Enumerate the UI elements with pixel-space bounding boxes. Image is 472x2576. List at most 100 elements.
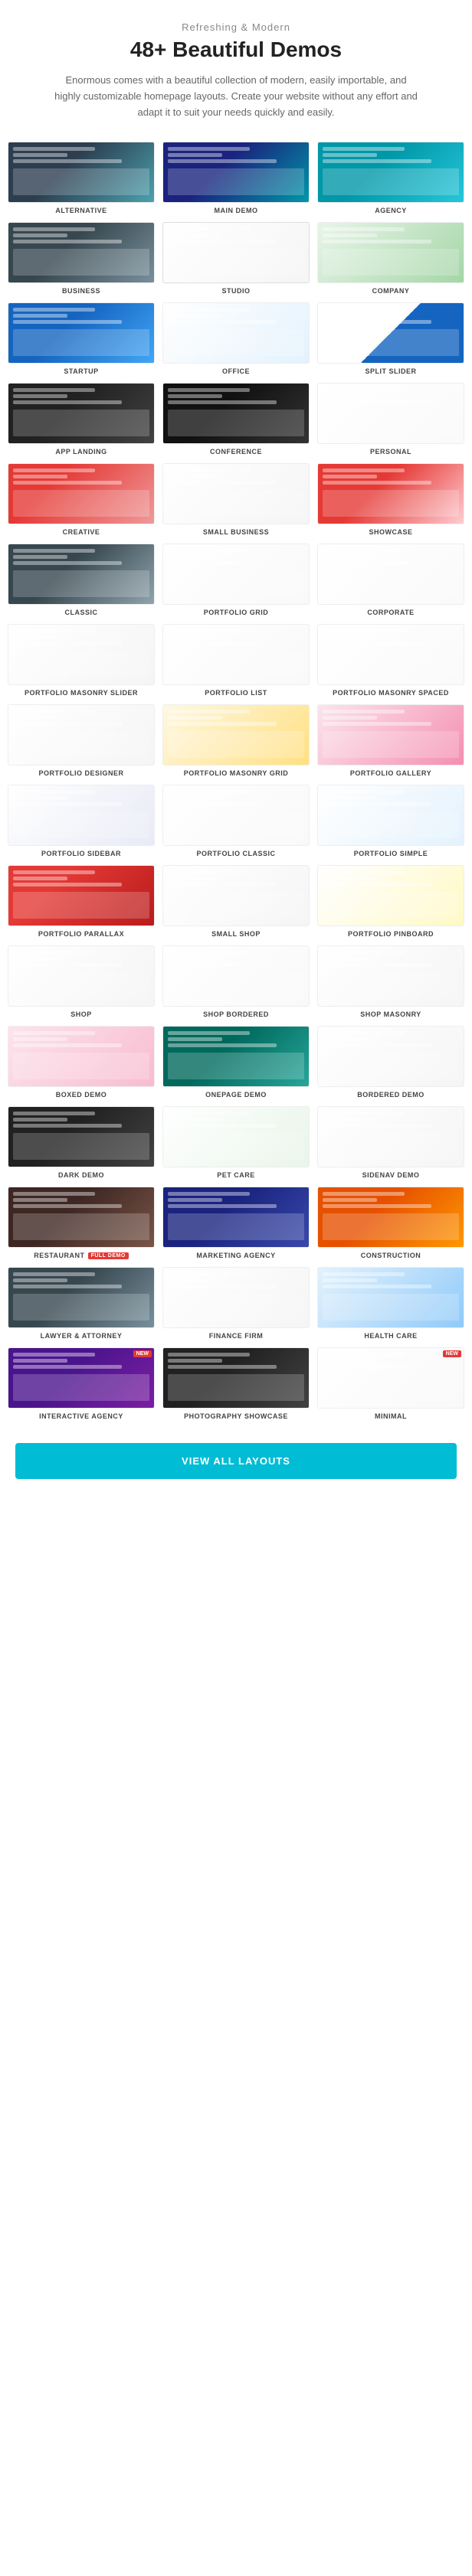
demo-label-portfolio-masonry-spaced: PORTFOLIO MASONRY SPACED [333,689,449,697]
demo-item-split-slider[interactable]: SPLIT SLIDER [317,302,464,375]
demo-thumb-sidenav-demo [317,1106,464,1167]
demo-thumb-health-care [317,1267,464,1328]
demo-thumb-interactive-agency: NEW [8,1347,155,1409]
demo-item-business[interactable]: BUSINESS [8,222,155,295]
demo-label-classic: CLASSIC [64,609,97,616]
demo-item-showcase[interactable]: SHOWCASE [317,463,464,536]
demo-item-portfolio-grid[interactable]: PORTFOLIO GRID [162,544,310,616]
demo-thumb-shop-bordered [162,945,310,1007]
demo-label-minimal: MINIMAL [375,1412,407,1420]
demo-item-main-demo[interactable]: MAIN DEMO [162,142,310,214]
demo-item-personal[interactable]: PERSONAL [317,383,464,455]
demo-label-office: OFFICE [222,367,250,375]
demo-thumb-classic [8,544,155,605]
demo-thumb-app-landing [8,383,155,444]
header-subtitle: Refreshing & Modern [15,21,457,33]
header-section: Refreshing & Modern 48+ Beautiful Demos … [0,0,472,134]
demo-label-portfolio-simple: PORTFOLIO SIMPLE [354,850,428,857]
demo-thumb-portfolio-classic [162,785,310,846]
demo-item-conference[interactable]: CONFERENCE [162,383,310,455]
demo-thumb-minimal: NEW [317,1347,464,1409]
demo-item-lawyer-attorney[interactable]: LAWYER & ATTORNEY [8,1267,155,1340]
demo-item-portfolio-designer[interactable]: PORTFOLIO DESIGNER [8,704,155,777]
demo-label-split-slider: SPLIT SLIDER [365,367,416,375]
demo-item-portfolio-classic[interactable]: PORTFOLIO CLASSIC [162,785,310,857]
demo-item-portfolio-pinboard[interactable]: PORTFOLIO PINBOARD [317,865,464,938]
demo-item-shop-bordered[interactable]: SHOP BORDERED [162,945,310,1018]
demo-item-alternative[interactable]: ALTERNATIVE [8,142,155,214]
demo-item-small-business[interactable]: SMALL BUSINESS [162,463,310,536]
view-all-button[interactable]: VIEW ALL LAYOUTS [15,1443,457,1479]
demo-label-portfolio-classic: PORTFOLIO CLASSIC [197,850,276,857]
demo-thumb-alternative [8,142,155,203]
demo-item-portfolio-parallax[interactable]: PORTFOLIO PARALLAX [8,865,155,938]
demo-item-app-landing[interactable]: APP LANDING [8,383,155,455]
demo-label-pet-care: PET CARE [217,1171,255,1179]
demo-thumb-company [317,222,464,283]
demo-item-restaurant[interactable]: RESTAURANTFull Demo [8,1187,155,1259]
demo-thumb-dark-demo [8,1106,155,1167]
demo-item-portfolio-gallery[interactable]: PORTFOLIO GALLERY [317,704,464,777]
demo-item-portfolio-simple[interactable]: PORTFOLIO SIMPLE [317,785,464,857]
demo-item-onepage-demo[interactable]: ONEPAGE DEMO [162,1026,310,1099]
demo-label-portfolio-masonry-grid: PORTFOLIO MASONRY GRID [184,769,289,777]
demo-item-portfolio-masonry-slider[interactable]: PORTFOLIO MASONRY SLIDER [8,624,155,697]
demo-thumb-portfolio-masonry-slider [8,624,155,685]
demo-label-small-business: SMALL BUSINESS [203,528,269,536]
demo-label-studio: STUDIO [221,287,250,295]
demo-label-health-care: HEALTH CARE [364,1332,417,1340]
demo-item-office[interactable]: OFFICE [162,302,310,375]
demo-item-photography-showcase[interactable]: PHOTOGRAPHY SHOWCASE [162,1347,310,1420]
demo-item-pet-care[interactable]: PET CARE [162,1106,310,1179]
demo-thumb-shop [8,945,155,1007]
demo-thumb-agency [317,142,464,203]
demo-item-finance-firm[interactable]: FINANCE FIRM [162,1267,310,1340]
demo-label-portfolio-grid: PORTFOLIO GRID [204,609,269,616]
demo-thumb-main-demo [162,142,310,203]
demo-thumb-finance-firm [162,1267,310,1328]
demo-thumb-small-shop [162,865,310,926]
demo-thumb-office [162,302,310,364]
demo-item-marketing-agency[interactable]: MARKETING AGENCY [162,1187,310,1259]
demo-item-dark-demo[interactable]: DARK DEMO [8,1106,155,1179]
demo-label-startup: STARTUP [64,367,98,375]
demo-item-creative[interactable]: CREATIVE [8,463,155,536]
demo-item-sidenav-demo[interactable]: SIDENAV DEMO [317,1106,464,1179]
demo-item-shop-masonry[interactable]: SHOP MASONRY [317,945,464,1018]
demo-item-startup[interactable]: STARTUP [8,302,155,375]
demo-label-small-shop: SMALL SHOP [211,930,261,938]
full-demo-badge: Full Demo [88,1252,129,1259]
demo-item-portfolio-masonry-spaced[interactable]: PORTFOLIO MASONRY SPACED [317,624,464,697]
demo-item-bordered-demo[interactable]: BORDERED DEMO [317,1026,464,1099]
demo-item-corporate[interactable]: CORPORATE [317,544,464,616]
demos-grid: ALTERNATIVE MAIN DEMO AGENCY BUSINESS STUDIO… [0,134,472,1435]
demo-item-interactive-agency[interactable]: NEWINTERACTIVE AGENCY [8,1347,155,1420]
demo-label-business: BUSINESS [62,287,100,295]
demo-label-construction: CONSTRUCTION [361,1252,421,1259]
demo-item-portfolio-sidebar[interactable]: PORTFOLIO SIDEBAR [8,785,155,857]
demo-label-restaurant: RESTAURANTFull Demo [34,1252,129,1259]
demo-item-health-care[interactable]: HEALTH CARE [317,1267,464,1340]
demo-label-main-demo: MAIN DEMO [215,207,258,214]
demo-thumb-small-business [162,463,310,524]
demo-item-portfolio-masonry-grid[interactable]: PORTFOLIO MASONRY GRID [162,704,310,777]
demo-item-boxed-demo[interactable]: BOXED DEMO [8,1026,155,1099]
demo-item-studio[interactable]: STUDIO [162,222,310,295]
demo-item-shop[interactable]: SHOP [8,945,155,1018]
demo-item-classic[interactable]: CLASSIC [8,544,155,616]
demo-label-photography-showcase: PHOTOGRAPHY SHOWCASE [184,1412,288,1420]
demo-item-portfolio-list[interactable]: PORTFOLIO LIST [162,624,310,697]
demo-item-small-shop[interactable]: SMALL SHOP [162,865,310,938]
demo-thumb-portfolio-sidebar [8,785,155,846]
demo-item-company[interactable]: COMPANY [317,222,464,295]
demo-thumb-split-slider [317,302,464,364]
demo-item-agency[interactable]: AGENCY [317,142,464,214]
demo-item-minimal[interactable]: NEW MINIMAL [317,1347,464,1420]
demo-label-portfolio-masonry-slider: PORTFOLIO MASONRY SLIDER [25,689,138,697]
demo-label-creative: CREATIVE [63,528,100,536]
demo-thumb-lawyer-attorney [8,1267,155,1328]
demo-label-shop-bordered: SHOP BORDERED [203,1010,269,1018]
demo-label-portfolio-pinboard: PORTFOLIO PINBOARD [348,930,434,938]
demo-item-construction[interactable]: CONSTRUCTION [317,1187,464,1259]
demo-label-portfolio-parallax: PORTFOLIO PARALLAX [38,930,124,938]
